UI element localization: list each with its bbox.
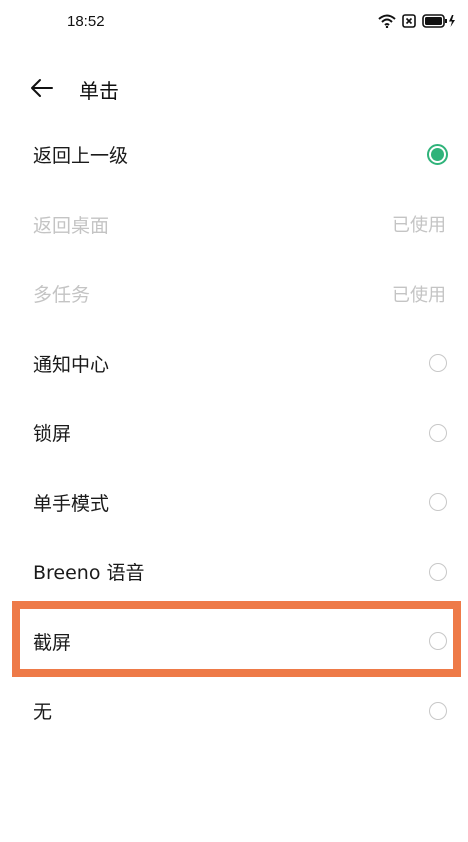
option-label: Breeno 语音 — [33, 562, 145, 585]
radio-selected-icon[interactable] — [427, 144, 448, 166]
used-note: 已使用 — [392, 284, 446, 306]
status-bar: 18:52 — [0, 0, 468, 46]
option-label: 锁屏 — [33, 423, 72, 446]
option-label: 返回上一级 — [33, 145, 129, 168]
back-arrow-icon — [31, 79, 53, 97]
used-note: 已使用 — [392, 215, 446, 237]
option-label: 多任务 — [33, 284, 91, 307]
option-none[interactable]: 无 — [0, 676, 468, 746]
page-title: 单击 — [79, 79, 119, 103]
option-label: 截屏 — [33, 631, 72, 654]
radio-icon[interactable] — [429, 562, 447, 581]
battery-charging-icon — [422, 14, 455, 28]
radio-icon[interactable] — [429, 423, 447, 442]
option-label: 通知中心 — [33, 353, 110, 376]
radio-icon[interactable] — [429, 354, 447, 373]
status-time: 18:52 — [67, 13, 105, 30]
status-icons — [378, 14, 456, 28]
option-label: 无 — [33, 701, 53, 724]
radio-icon[interactable] — [429, 701, 447, 720]
option-home: 返回桌面 已使用 — [0, 190, 468, 260]
header: 单击 — [0, 62, 468, 114]
radio-icon[interactable] — [429, 632, 447, 651]
option-breeno-voice[interactable]: Breeno 语音 — [0, 537, 468, 607]
option-screenshot[interactable]: 截屏 — [0, 607, 468, 677]
option-label: 返回桌面 — [33, 214, 110, 237]
option-notification-center[interactable]: 通知中心 — [0, 329, 468, 399]
sim-blocked-icon — [402, 14, 416, 28]
radio-icon[interactable] — [429, 493, 447, 512]
options-list: 返回上一级 返回桌面 已使用 多任务 已使用 通知中心 锁屏 单手模式 Bree… — [0, 120, 468, 746]
option-label: 单手模式 — [33, 492, 110, 515]
option-lock-screen[interactable]: 锁屏 — [0, 398, 468, 468]
option-back[interactable]: 返回上一级 — [0, 120, 468, 190]
option-one-hand-mode[interactable]: 单手模式 — [0, 468, 468, 538]
option-multitask: 多任务 已使用 — [0, 259, 468, 329]
wifi-icon — [378, 14, 396, 28]
back-button[interactable] — [26, 72, 58, 104]
